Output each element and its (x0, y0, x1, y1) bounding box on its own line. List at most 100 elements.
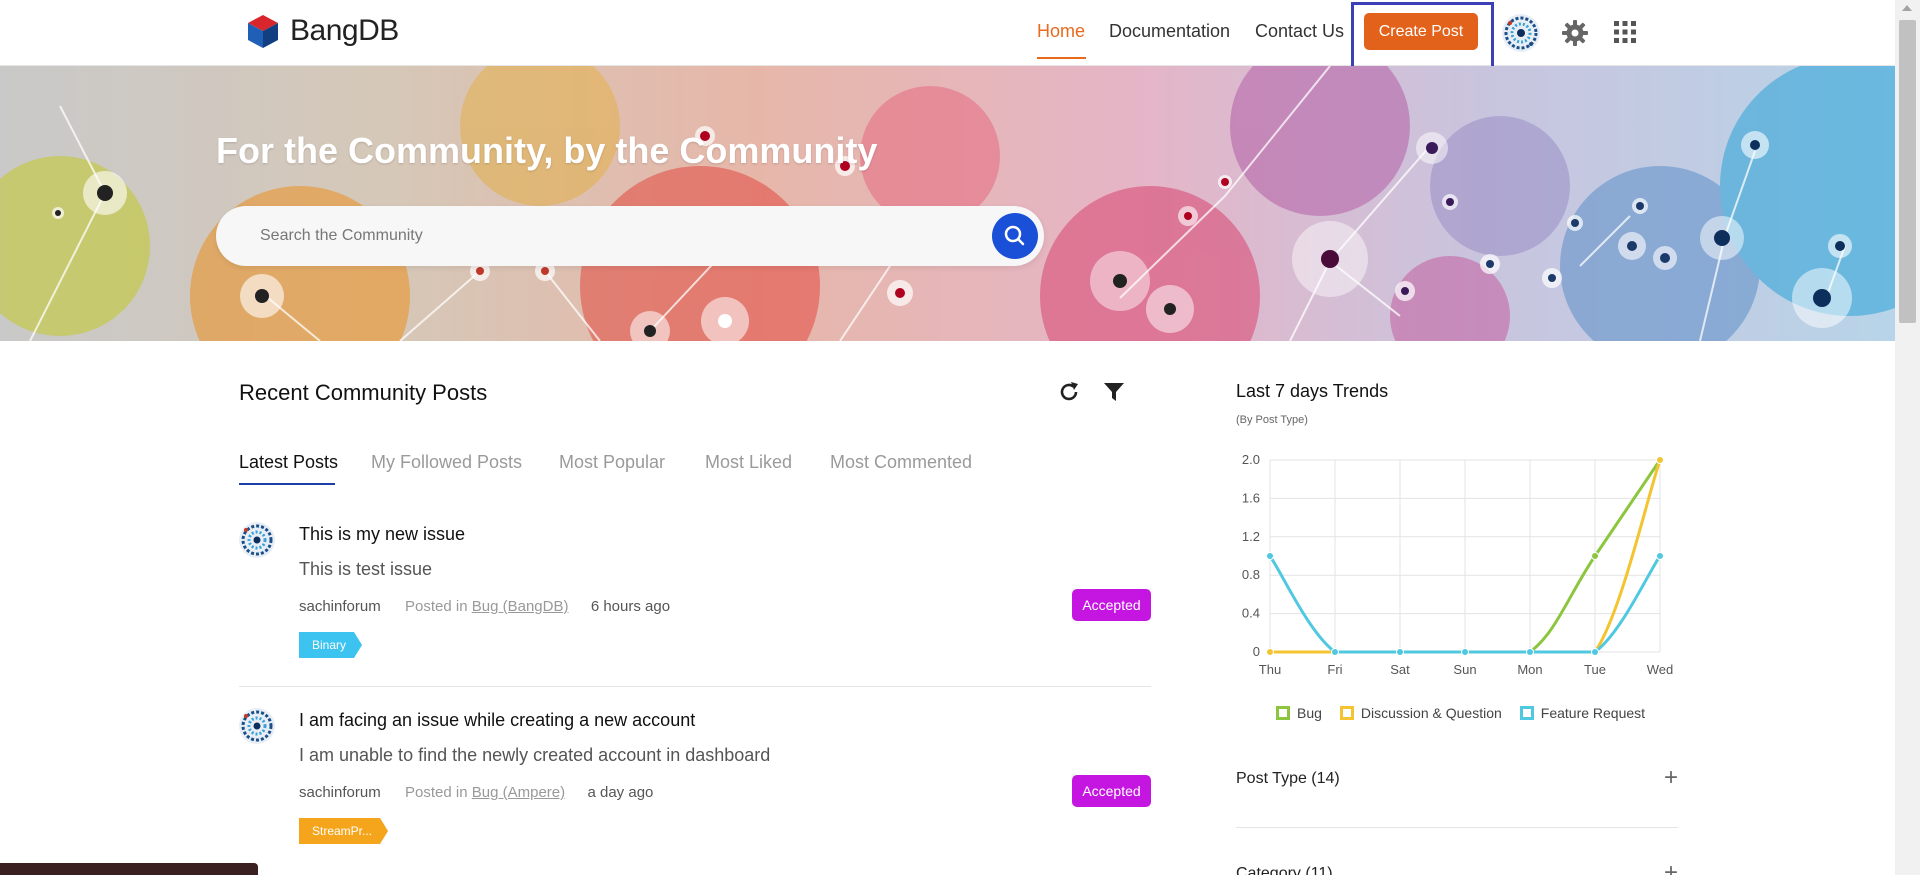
data-point (1331, 648, 1339, 656)
data-point (1526, 648, 1534, 656)
trend-line-chart: 0 0.4 0.8 1.2 1.6 2.0 Thu Fri Sat Sun Mon Tue Wed (1242, 452, 1674, 677)
tab-latest-posts[interactable]: Latest Posts (239, 452, 338, 473)
search-icon (1004, 225, 1025, 246)
data-point (1656, 456, 1664, 464)
data-point (1656, 552, 1664, 560)
tab-my-followed-posts[interactable]: My Followed Posts (371, 452, 522, 473)
accordion-post-type[interactable]: Post Type (14) + (1236, 766, 1678, 800)
x-tick-label: Mon (1517, 662, 1542, 677)
posted-in-label: Posted in (405, 598, 468, 615)
post-category-link[interactable]: Bug (Ampere) (472, 784, 565, 801)
status-badge: Accepted (1072, 589, 1151, 621)
y-tick-label: 0 (1253, 644, 1260, 659)
post-time: 6 hours ago (590, 598, 671, 615)
tab-most-liked[interactable]: Most Liked (705, 452, 792, 473)
search-button[interactable] (992, 213, 1038, 259)
search-bar (216, 206, 1044, 266)
posted-in-label: Posted in (405, 784, 468, 801)
create-post-button[interactable]: Create Post (1364, 13, 1478, 50)
data-point (1396, 648, 1404, 656)
gear-icon[interactable] (1561, 19, 1589, 47)
legend-item[interactable]: Discussion & Question (1339, 705, 1502, 721)
x-tick-label: Tue (1584, 662, 1606, 677)
hero-title: For the Community, by the Community (216, 130, 878, 171)
nav-home[interactable]: Home (1037, 21, 1085, 42)
post-meta: sachinforum Posted in Bug (BangDB) 6 hou… (299, 598, 670, 615)
search-input[interactable] (260, 220, 960, 252)
post-body: This is test issue (299, 559, 433, 579)
x-tick-label: Wed (1647, 662, 1674, 677)
y-tick-label: 2.0 (1242, 452, 1260, 467)
hero-banner: For the Community, by the Community (0, 66, 1895, 341)
avatar-pattern-icon (1502, 14, 1540, 52)
scroll-thumb[interactable] (1899, 20, 1916, 323)
accordion-category[interactable]: Category (11) + (1236, 861, 1678, 875)
x-tick-label: Sun (1453, 662, 1476, 677)
brand-logo[interactable]: BangDB (244, 12, 399, 50)
post-author-avatar[interactable] (239, 708, 275, 744)
post-divider (239, 686, 1151, 687)
tab-most-popular[interactable]: Most Popular (559, 452, 665, 473)
filter-icon[interactable] (1103, 381, 1125, 403)
active-tab-underline (239, 483, 335, 485)
brand-name: BangDB (290, 14, 399, 47)
post-title[interactable]: I am facing an issue while creating a ne… (299, 710, 695, 731)
post-meta: sachinforum Posted in Bug (Ampere) a day… (299, 784, 653, 801)
scroll-up-arrow-icon[interactable] (1902, 5, 1912, 11)
post-author[interactable]: sachinforum (299, 784, 381, 801)
status-badge: Accepted (1072, 775, 1151, 807)
data-point (1591, 648, 1599, 656)
y-tick-label: 1.6 (1242, 490, 1260, 505)
accordion-label: Post Type (14) (1236, 770, 1340, 787)
post-tag[interactable]: Binary (299, 632, 362, 658)
data-point (1461, 648, 1469, 656)
legend-swatch (1276, 706, 1290, 720)
y-tick-label: 1.2 (1242, 529, 1260, 544)
section-title: Recent Community Posts (239, 380, 488, 405)
page-scrollbar[interactable] (1895, 0, 1920, 875)
accordion-divider (1236, 827, 1678, 828)
nav-contact-us[interactable]: Contact Us (1255, 21, 1344, 42)
browser-status-bar (0, 863, 258, 875)
refresh-icon[interactable] (1057, 380, 1081, 404)
legend-item[interactable]: Bug (1276, 705, 1322, 721)
post-author[interactable]: sachinforum (299, 598, 381, 615)
avatar-pattern-icon (239, 708, 275, 744)
post-item: I am facing an issue while creating a ne… (239, 708, 1151, 858)
chart-legend: Bug Discussion & Question Feature Request (1276, 705, 1645, 721)
user-avatar[interactable] (1502, 14, 1540, 52)
data-point (1266, 648, 1274, 656)
post-time: a day ago (587, 784, 654, 801)
legend-label: Feature Request (1540, 705, 1646, 721)
apps-grid-icon[interactable] (1614, 21, 1636, 43)
expand-plus-icon[interactable]: + (1664, 766, 1678, 790)
accordion-label: Category (11) (1236, 865, 1333, 875)
trends-subtitle: (By Post Type) (1236, 414, 1308, 426)
post-tag[interactable]: StreamPr... (299, 818, 388, 844)
top-header: BangDB Home Documentation Contact Us Cre… (0, 0, 1895, 77)
post-category-link[interactable]: Bug (BangDB) (472, 598, 569, 615)
legend-label: Bug (1297, 705, 1322, 721)
y-tick-label: 0.4 (1242, 606, 1260, 621)
x-tick-label: Thu (1259, 662, 1281, 677)
trends-title: Last 7 days Trends (1236, 381, 1389, 401)
tab-most-commented[interactable]: Most Commented (830, 452, 972, 473)
legend-label: Discussion & Question (1360, 705, 1502, 721)
expand-plus-icon[interactable]: + (1664, 861, 1678, 875)
avatar-pattern-icon (239, 522, 275, 558)
logo-cube-icon (248, 15, 278, 48)
nav-documentation[interactable]: Documentation (1109, 21, 1230, 42)
x-tick-label: Fri (1327, 662, 1342, 677)
y-tick-label: 0.8 (1242, 567, 1260, 582)
post-title[interactable]: This is my new issue (299, 524, 465, 545)
post-item: This is my new issue This is test issue … (239, 522, 1151, 672)
x-tick-label: Sat (1390, 662, 1410, 677)
legend-swatch (1339, 706, 1354, 720)
legend-swatch (1519, 706, 1534, 720)
hero-network-pattern (0, 66, 1895, 341)
post-body: I am unable to find the newly created ac… (299, 745, 771, 765)
post-author-avatar[interactable] (239, 522, 275, 558)
data-point (1591, 552, 1599, 560)
nav-active-underline (1037, 57, 1086, 59)
legend-item[interactable]: Feature Request (1519, 705, 1646, 721)
